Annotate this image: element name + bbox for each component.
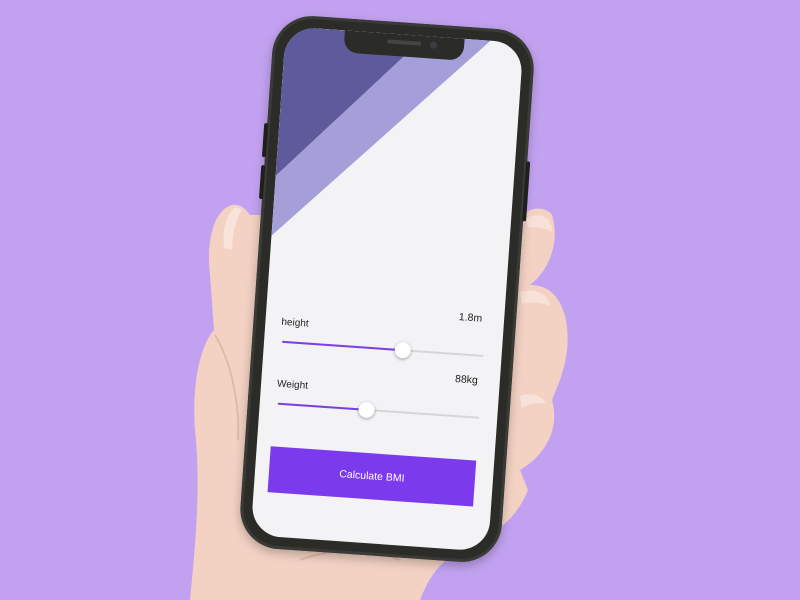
weight-value: 88kg — [454, 372, 479, 387]
header-stripes-decoration — [271, 26, 491, 236]
height-slider-group: 1.8m height — [281, 299, 486, 359]
side-button — [522, 161, 531, 222]
camera — [429, 41, 438, 49]
height-label: height — [281, 316, 309, 330]
weight-slider-thumb[interactable] — [357, 401, 375, 419]
weight-slider-group: 88kg Weight — [277, 360, 482, 419]
phone-device: 1.8m height 88kg Weight Calculate BMI — [237, 13, 537, 565]
weight-slider-track[interactable] — [277, 401, 480, 419]
speaker — [387, 39, 422, 46]
weight-slider-fill — [277, 402, 367, 411]
height-slider-fill — [281, 340, 404, 352]
volume-button — [258, 164, 266, 200]
volume-button — [261, 123, 269, 158]
weight-label: Weight — [276, 378, 309, 392]
app-screen: 1.8m height 88kg Weight Calculate BMI — [250, 26, 524, 552]
calculate-bmi-button[interactable]: Calculate BMI — [267, 446, 477, 507]
height-value: 1.8m — [458, 311, 483, 325]
height-slider-track[interactable] — [281, 340, 484, 359]
height-slider-thumb[interactable] — [394, 341, 412, 359]
